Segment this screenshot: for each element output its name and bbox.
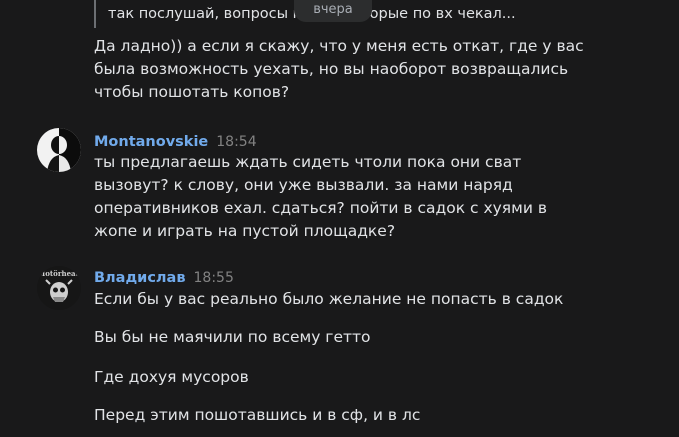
avatar-montanovskie[interactable] — [37, 128, 81, 172]
message-text: Перед этим пошотавшись и в сф, и в лс — [94, 406, 421, 424]
avatar-image — [37, 128, 81, 172]
avatar-vladislav[interactable]: Motörhead — [37, 266, 81, 310]
author-name[interactable]: Montanovskie — [94, 134, 208, 150]
message-text: ты предлагаешь ждать сидеть чтоли пока о… — [94, 153, 547, 240]
message-text: Да ладно)) а если я скажу, что у меня ес… — [94, 37, 584, 101]
avatar-logo-text: Motörhead — [38, 269, 81, 278]
avatar-image: Motörhead — [37, 266, 81, 310]
date-divider: вчера — [294, 0, 372, 22]
message-text: Где дохуя мусоров — [94, 368, 249, 386]
message-header: Владислав 18:55 — [94, 267, 234, 287]
message-header: Montanovskie 18:54 — [94, 131, 257, 151]
message-time[interactable]: 18:54 — [216, 134, 256, 150]
message-text: Вы бы не маячили по всему гетто — [94, 328, 371, 346]
author-name[interactable]: Владислав — [94, 270, 186, 286]
message-text: Если бы у вас реально было желание не по… — [94, 290, 564, 308]
message-time[interactable]: 18:55 — [194, 270, 234, 286]
chat-history: так послушай, вопросы к тем, которые по … — [0, 0, 679, 437]
